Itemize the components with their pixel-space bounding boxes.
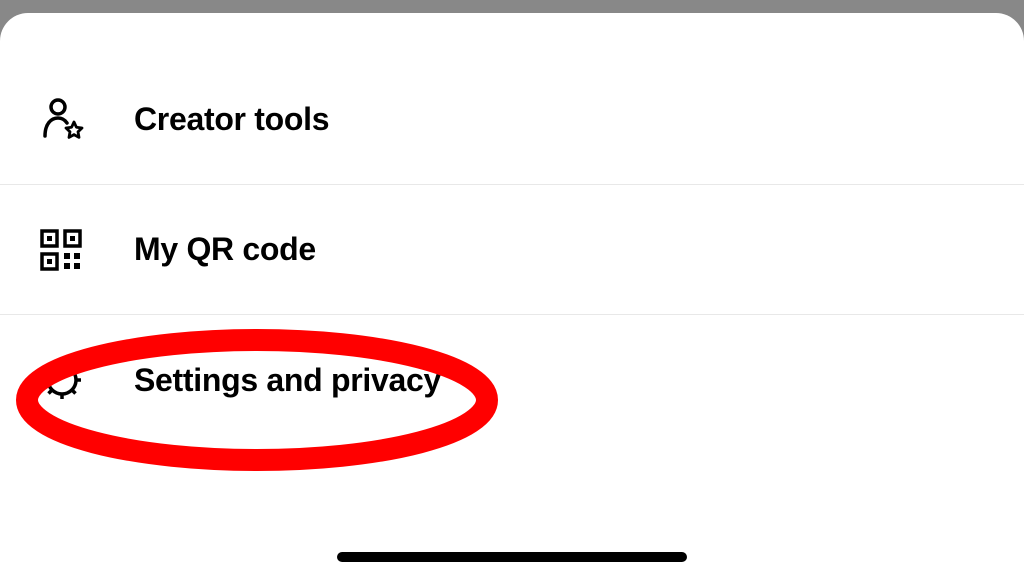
menu-item-label: My QR code	[134, 231, 316, 268]
menu-item-qr-code[interactable]: My QR code	[0, 185, 1024, 315]
home-indicator	[337, 552, 687, 562]
qr-code-icon	[40, 229, 96, 271]
menu-item-label: Settings and privacy	[134, 362, 441, 399]
menu-item-label: Creator tools	[134, 101, 329, 138]
gear-icon	[40, 358, 96, 402]
menu-item-settings-privacy[interactable]: Settings and privacy	[0, 315, 1024, 445]
bottom-sheet: Creator tools My QR code	[0, 13, 1024, 576]
person-star-icon	[40, 96, 96, 144]
menu-list: Creator tools My QR code	[0, 13, 1024, 445]
menu-item-creator-tools[interactable]: Creator tools	[0, 55, 1024, 185]
